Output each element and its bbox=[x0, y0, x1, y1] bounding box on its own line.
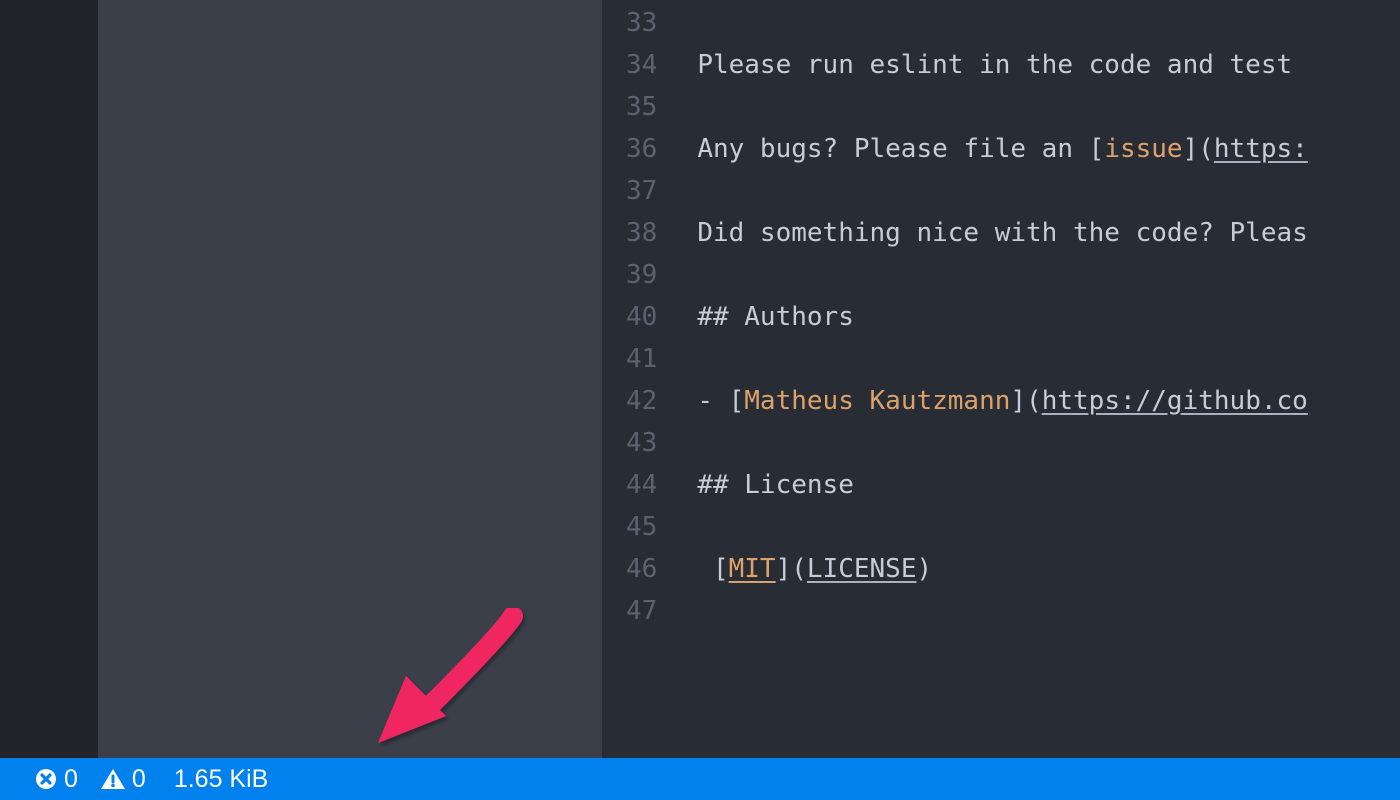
filesize-indicator[interactable]: 1.65 KiB bbox=[174, 765, 269, 794]
code-segment: ## License bbox=[697, 470, 854, 500]
code-line[interactable] bbox=[697, 422, 1400, 464]
code-line[interactable] bbox=[697, 2, 1400, 44]
line-number: 35 bbox=[626, 86, 657, 128]
editor-pane[interactable]: 333435363738394041424344454647 Please ru… bbox=[602, 0, 1400, 758]
code-segment: Matheus Kautzmann bbox=[744, 386, 1010, 416]
line-number: 44 bbox=[626, 464, 657, 506]
line-number: 42 bbox=[626, 380, 657, 422]
line-number: 36 bbox=[626, 128, 657, 170]
code-line[interactable] bbox=[697, 254, 1400, 296]
filesize-value: 1.65 KiB bbox=[174, 765, 269, 794]
code-line[interactable] bbox=[697, 86, 1400, 128]
app-root: 333435363738394041424344454647 Please ru… bbox=[0, 0, 1400, 800]
line-number: 39 bbox=[626, 254, 657, 296]
code-line[interactable]: Any bugs? Please file an [issue](https: bbox=[697, 128, 1400, 170]
code-segment: ( bbox=[791, 554, 807, 584]
line-number: 46 bbox=[626, 548, 657, 590]
code-segment: LICENSE bbox=[807, 554, 917, 584]
code-segment: [ bbox=[1089, 134, 1105, 164]
code-segment: ( bbox=[1026, 386, 1042, 416]
code-line[interactable]: ## Authors bbox=[697, 296, 1400, 338]
line-number: 34 bbox=[626, 44, 657, 86]
code-segment: ( bbox=[1198, 134, 1214, 164]
sidebar[interactable] bbox=[98, 0, 602, 758]
status-bar: 0 0 1.65 KiB bbox=[0, 758, 1400, 800]
line-number: 40 bbox=[626, 296, 657, 338]
main-area: 333435363738394041424344454647 Please ru… bbox=[0, 0, 1400, 758]
code-segment: [ bbox=[713, 554, 729, 584]
error-icon bbox=[34, 767, 58, 791]
line-number: 43 bbox=[626, 422, 657, 464]
code-segment: Please run eslint in the code and test bbox=[697, 50, 1307, 80]
code-segment: - bbox=[697, 386, 728, 416]
code-content[interactable]: Please run eslint in the code and test A… bbox=[697, 0, 1400, 758]
line-number: 47 bbox=[626, 590, 657, 632]
code-segment: https: bbox=[1214, 134, 1308, 164]
warning-icon bbox=[100, 767, 126, 791]
line-number-gutter: 333435363738394041424344454647 bbox=[602, 0, 697, 758]
line-number: 45 bbox=[626, 506, 657, 548]
annotation-arrow bbox=[348, 608, 528, 768]
code-segment: ] bbox=[776, 554, 792, 584]
code-line[interactable]: - [Matheus Kautzmann](https://github.co bbox=[697, 380, 1400, 422]
code-line[interactable]: Did something nice with the code? Pleas bbox=[697, 212, 1400, 254]
line-number: 37 bbox=[626, 170, 657, 212]
code-segment: https://github.co bbox=[1042, 386, 1308, 416]
code-segment: [ bbox=[729, 386, 745, 416]
code-line[interactable] bbox=[697, 590, 1400, 632]
code-segment: Any bugs? Please file an bbox=[697, 134, 1088, 164]
code-segment: ) bbox=[916, 554, 932, 584]
line-number: 38 bbox=[626, 212, 657, 254]
warnings-indicator[interactable]: 0 bbox=[100, 765, 146, 794]
errors-indicator[interactable]: 0 bbox=[34, 765, 78, 794]
code-segment bbox=[697, 554, 713, 584]
code-line[interactable] bbox=[697, 506, 1400, 548]
activity-bar[interactable] bbox=[0, 0, 98, 758]
code-segment: Did something nice with the code? Pleas bbox=[697, 218, 1307, 248]
line-number: 41 bbox=[626, 338, 657, 380]
code-segment: issue bbox=[1104, 134, 1182, 164]
code-segment: MIT bbox=[729, 554, 776, 584]
code-line[interactable]: [MIT](LICENSE) bbox=[697, 548, 1400, 590]
code-segment: ## Authors bbox=[697, 302, 854, 332]
warnings-count: 0 bbox=[132, 765, 146, 794]
code-line[interactable] bbox=[697, 170, 1400, 212]
line-number: 33 bbox=[626, 2, 657, 44]
code-line[interactable] bbox=[697, 338, 1400, 380]
code-segment: ] bbox=[1183, 134, 1199, 164]
code-line[interactable]: ## License bbox=[697, 464, 1400, 506]
errors-count: 0 bbox=[64, 765, 78, 794]
code-line[interactable]: Please run eslint in the code and test bbox=[697, 44, 1400, 86]
code-segment: ] bbox=[1010, 386, 1026, 416]
